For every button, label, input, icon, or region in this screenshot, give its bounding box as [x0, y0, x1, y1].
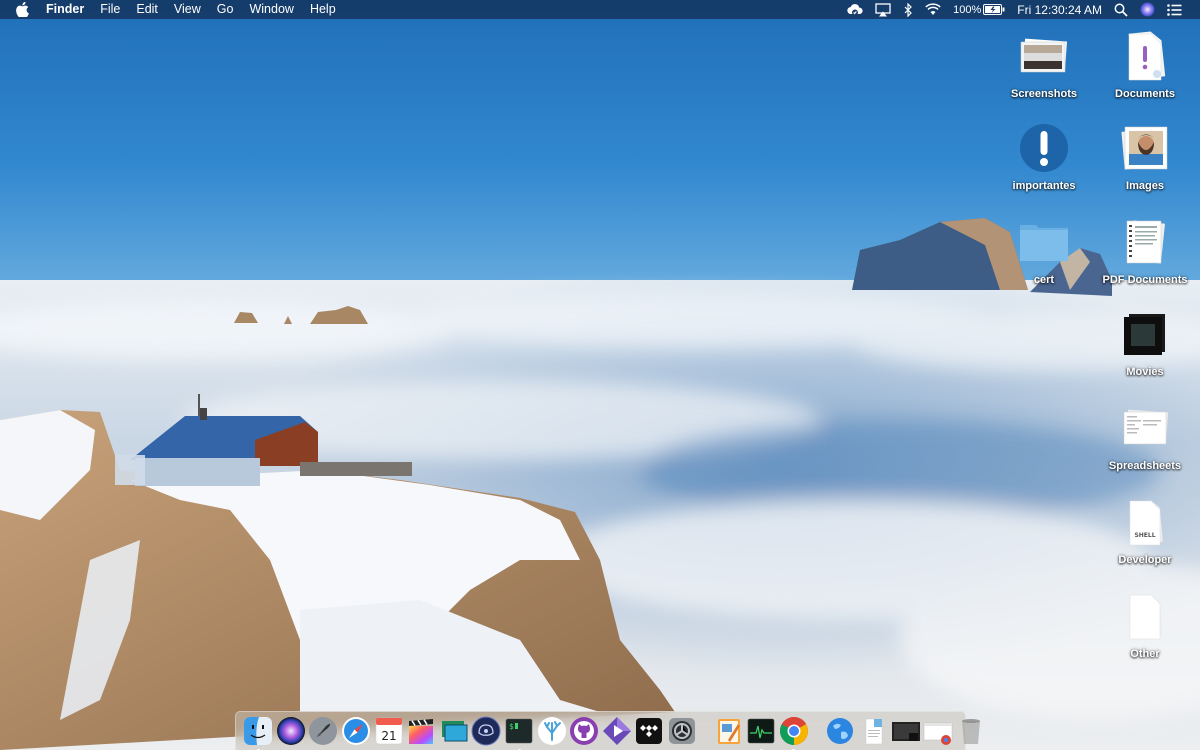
dock-tidal[interactable] — [634, 716, 664, 747]
pdf-stack-icon — [1117, 214, 1173, 270]
dock-web-sites[interactable] — [825, 716, 855, 747]
chrome-window-icon — [923, 722, 953, 745]
document-stack-icon — [1117, 28, 1173, 84]
dock-terminal[interactable]: $ — [504, 716, 534, 750]
menu-edit[interactable]: Edit — [128, 0, 166, 19]
dock-activity-monitor[interactable] — [746, 716, 776, 750]
menu-view[interactable]: View — [166, 0, 209, 19]
desktop-icon-label: PDF Documents — [1102, 274, 1188, 286]
desktop-icon-spreadsheets[interactable]: Spreadsheets — [1095, 400, 1195, 472]
image-stack-icon — [1117, 120, 1173, 176]
dock-chrome-apps[interactable] — [923, 716, 953, 747]
github-octocat-icon — [570, 717, 599, 745]
desktop-icon-cert[interactable]: cert — [994, 214, 1094, 286]
dock-alfred[interactable] — [471, 716, 501, 747]
dock-trash[interactable] — [956, 716, 986, 747]
desktop-icon-label: cert — [1033, 274, 1055, 286]
creative-cloud-icon[interactable] — [841, 0, 869, 19]
desktop-icon-images[interactable]: Images — [1095, 120, 1195, 192]
dock-safari[interactable] — [341, 716, 371, 747]
photo-stack-icon — [1016, 28, 1072, 84]
siri-icon — [276, 717, 305, 745]
desktop-icon-screenshots[interactable]: Screenshots — [994, 28, 1094, 100]
terminal-icon: $ — [505, 718, 533, 744]
dock-github-desktop[interactable] — [569, 716, 599, 747]
calendar-icon: 21 — [375, 717, 402, 745]
final-cut-pro-icon — [409, 719, 434, 744]
desktop-icon-documents[interactable]: Documents — [1095, 28, 1195, 100]
svg-text:SHELL: SHELL — [1134, 532, 1155, 539]
dock-infuse[interactable] — [602, 716, 632, 747]
battery-status[interactable]: 100% — [947, 0, 1011, 19]
coral-tree-icon — [537, 717, 566, 745]
folder-icon — [1016, 214, 1072, 270]
launchpad-rocket-icon — [309, 717, 338, 745]
dock-finder[interactable] — [243, 716, 273, 750]
dock-launchpad[interactable] — [308, 716, 338, 747]
globe-icon — [827, 718, 854, 744]
clock[interactable]: Fri 12:30:24 AM — [1011, 3, 1108, 17]
movie-stack-icon — [1117, 306, 1173, 362]
desktop-icon-other[interactable]: Other — [1095, 588, 1195, 660]
desktop-icon-developer[interactable]: SHELL Developer — [1095, 494, 1195, 566]
dock-chrome[interactable] — [779, 716, 809, 750]
notification-center-icon[interactable] — [1161, 0, 1188, 19]
menu-go[interactable]: Go — [209, 0, 242, 19]
desktop-icon-label: Spreadsheets — [1108, 460, 1182, 472]
gear-icon — [669, 718, 696, 744]
desktop-wallpaper — [0, 0, 1200, 750]
tidal-icon — [636, 718, 663, 744]
menu-file[interactable]: File — [92, 0, 128, 19]
desktop-icon-importantes[interactable]: importantes — [994, 120, 1094, 192]
battery-charging-icon — [983, 4, 1005, 15]
desktop-icon-pdf-documents[interactable]: PDF Documents — [1095, 214, 1195, 286]
alfred-hat-icon — [471, 716, 501, 746]
menu-app-finder[interactable]: Finder — [38, 0, 92, 19]
menu-help[interactable]: Help — [302, 0, 344, 19]
battery-percent: 100% — [953, 3, 982, 16]
desktop-icon-label: Movies — [1126, 366, 1164, 378]
dock-siri[interactable] — [276, 716, 306, 747]
dock-pages[interactable] — [714, 716, 744, 747]
finder-icon — [244, 717, 273, 745]
svg-text:$: $ — [509, 722, 514, 731]
generic-file-stack-icon — [1117, 588, 1173, 644]
menu-window[interactable]: Window — [241, 0, 301, 19]
dock-screens[interactable] — [439, 716, 469, 747]
dock-sourcetree[interactable] — [537, 716, 567, 747]
dock: 21 $ — [235, 711, 980, 750]
calendar-day: 21 — [381, 729, 396, 743]
desktop-icon-movies[interactable]: Movies — [1095, 306, 1195, 378]
desktop-icon-label: Documents — [1115, 88, 1175, 100]
document-stack-icon — [865, 718, 883, 745]
siri-icon[interactable] — [1134, 0, 1161, 19]
exclamation-circle-icon — [1016, 120, 1072, 176]
spreadsheet-stack-icon — [1117, 400, 1173, 456]
desktop-icon-label: Other — [1130, 648, 1160, 660]
chrome-icon — [779, 717, 808, 745]
trash-icon — [961, 719, 980, 744]
desktop-icon-label: importantes — [1012, 180, 1076, 192]
screenshot-stack-icon — [891, 722, 920, 741]
play-diamond-icon — [602, 717, 631, 745]
dock-desktop-stack[interactable] — [891, 716, 921, 747]
apple-logo-icon[interactable] — [16, 2, 30, 17]
safari-compass-icon — [342, 717, 371, 745]
dock-calendar[interactable]: 21 — [374, 716, 404, 747]
desktop-icon-label: Screenshots — [1010, 88, 1078, 100]
airplay-icon[interactable] — [869, 0, 897, 19]
activity-monitor-icon — [747, 718, 775, 744]
dock-system-preferences[interactable] — [667, 716, 697, 747]
desktop-icon-label: Images — [1126, 180, 1164, 192]
dock-final-cut-pro[interactable] — [406, 716, 436, 747]
spotlight-search-icon[interactable] — [1108, 0, 1134, 19]
pages-icon — [717, 719, 740, 744]
bluetooth-icon[interactable] — [897, 0, 919, 19]
desktop-icon-label: Developer — [1118, 554, 1172, 566]
shell-script-stack-icon: SHELL — [1117, 494, 1173, 550]
dock-downloads-stack[interactable] — [858, 716, 888, 747]
menu-bar: Finder File Edit View Go Window Help 100… — [0, 0, 1200, 19]
screens-icon — [441, 721, 468, 742]
wifi-icon[interactable] — [919, 0, 947, 19]
